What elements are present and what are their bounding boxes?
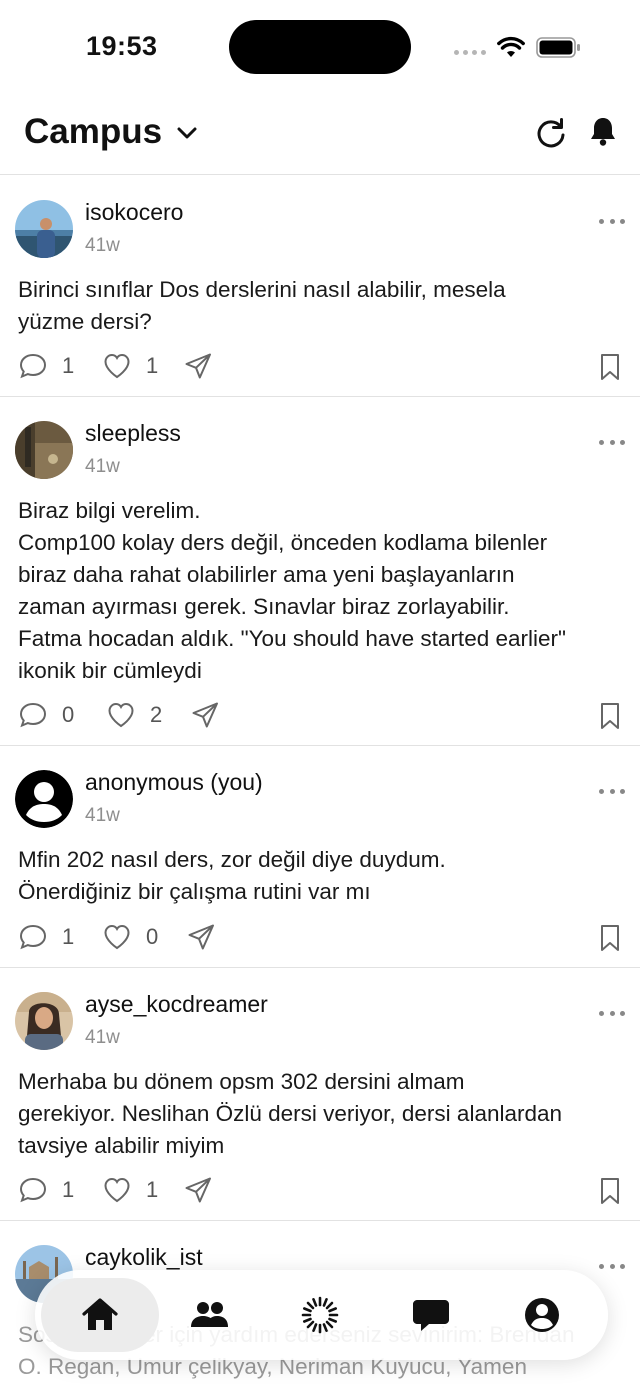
more-options-icon[interactable] xyxy=(599,440,625,448)
like-count: 1 xyxy=(146,353,159,378)
comment-icon xyxy=(19,924,47,950)
comment-icon xyxy=(19,353,47,379)
like-count: 0 xyxy=(146,924,159,949)
comment-button[interactable]: 1 xyxy=(18,922,74,952)
bookmark-icon[interactable] xyxy=(599,1177,621,1205)
chevron-down-icon[interactable] xyxy=(176,125,198,141)
spinner-icon xyxy=(301,1296,339,1334)
bell-icon[interactable] xyxy=(588,115,618,147)
bookmark-icon[interactable] xyxy=(599,702,621,730)
heart-icon xyxy=(104,353,130,379)
send-icon xyxy=(185,1177,211,1203)
like-count: 2 xyxy=(150,702,163,727)
tab-activity[interactable] xyxy=(261,1278,379,1352)
share-button[interactable] xyxy=(190,700,220,730)
post-username[interactable]: anonymous (you) xyxy=(85,769,263,796)
comment-button[interactable]: 1 xyxy=(18,1175,74,1205)
post-card[interactable]: sleepless 41w Biraz bilgi verelim. Comp1… xyxy=(0,397,640,746)
home-icon xyxy=(82,1298,118,1330)
post-text[interactable]: Mfin 202 nasıl ders, zor değil diye duyd… xyxy=(18,844,628,908)
post-timestamp: 41w xyxy=(85,805,120,826)
cellular-signal-icon xyxy=(454,50,486,55)
share-button[interactable] xyxy=(186,922,216,952)
refresh-icon[interactable] xyxy=(533,115,569,151)
post-username[interactable]: ayse_kocdreamer xyxy=(85,991,268,1018)
comment-button[interactable]: 0 xyxy=(18,700,74,730)
avatar[interactable] xyxy=(15,200,73,258)
avatar[interactable] xyxy=(15,992,73,1050)
like-button[interactable]: 0 xyxy=(102,922,158,952)
share-button[interactable] xyxy=(183,1175,213,1205)
feed-selector-title[interactable]: Campus xyxy=(24,112,162,152)
more-options-icon[interactable] xyxy=(599,1264,625,1272)
heart-icon xyxy=(104,1177,130,1203)
comment-count: 1 xyxy=(62,353,75,378)
comment-count: 0 xyxy=(62,702,75,727)
more-options-icon[interactable] xyxy=(599,789,625,797)
profile-icon xyxy=(525,1298,559,1332)
post-text[interactable]: Birinci sınıflar Dos derslerini nasıl al… xyxy=(18,274,628,338)
dynamic-island xyxy=(229,20,411,74)
status-time: 19:53 xyxy=(86,31,158,61)
like-button[interactable]: 2 xyxy=(106,700,162,730)
post-timestamp: 41w xyxy=(85,1027,120,1048)
status-bar: 19:53 xyxy=(0,0,640,95)
post-username[interactable]: isokocero xyxy=(85,199,183,226)
bottom-tab-bar xyxy=(35,1270,608,1360)
send-icon xyxy=(185,353,211,379)
post-card[interactable]: isokocero 41w Birinci sınıflar Dos dersl… xyxy=(0,176,640,397)
comment-icon xyxy=(19,702,47,728)
bookmark-icon[interactable] xyxy=(599,353,621,381)
like-button[interactable]: 1 xyxy=(102,351,158,381)
like-button[interactable]: 1 xyxy=(102,1175,158,1205)
avatar[interactable] xyxy=(15,421,73,479)
post-text[interactable]: Merhaba bu dönem opsm 302 dersini almam … xyxy=(18,1066,628,1162)
more-options-icon[interactable] xyxy=(599,219,625,227)
send-icon xyxy=(192,702,218,728)
post-card[interactable]: ayse_kocdreamer 41w Merhaba bu dönem ops… xyxy=(0,968,640,1221)
tab-messages[interactable] xyxy=(372,1278,490,1352)
top-header: Campus xyxy=(0,95,640,175)
wifi-icon xyxy=(497,36,525,57)
post-text[interactable]: Biraz bilgi verelim. Comp100 kolay ders … xyxy=(18,495,628,687)
post-username[interactable]: caykolik_ist xyxy=(85,1244,203,1271)
heart-icon xyxy=(104,924,130,950)
comment-button[interactable]: 1 xyxy=(18,351,74,381)
battery-icon xyxy=(536,37,580,58)
tab-home[interactable] xyxy=(41,1278,159,1352)
avatar[interactable] xyxy=(15,770,73,828)
comment-count: 1 xyxy=(62,924,75,949)
tab-profile[interactable] xyxy=(483,1278,601,1352)
post-username[interactable]: sleepless xyxy=(85,420,181,447)
share-button[interactable] xyxy=(183,351,213,381)
more-options-icon[interactable] xyxy=(599,1011,625,1019)
comment-icon xyxy=(19,1177,47,1203)
post-timestamp: 41w xyxy=(85,235,120,256)
heart-icon xyxy=(108,702,134,728)
people-icon xyxy=(191,1302,228,1327)
comment-count: 1 xyxy=(62,1177,75,1202)
send-icon xyxy=(188,924,214,950)
post-timestamp: 41w xyxy=(85,456,120,477)
bookmark-icon[interactable] xyxy=(599,924,621,952)
post-card[interactable]: anonymous (you) 41w Mfin 202 nasıl ders,… xyxy=(0,746,640,968)
like-count: 1 xyxy=(146,1177,159,1202)
chat-icon xyxy=(413,1300,449,1331)
tab-people[interactable] xyxy=(150,1278,268,1352)
